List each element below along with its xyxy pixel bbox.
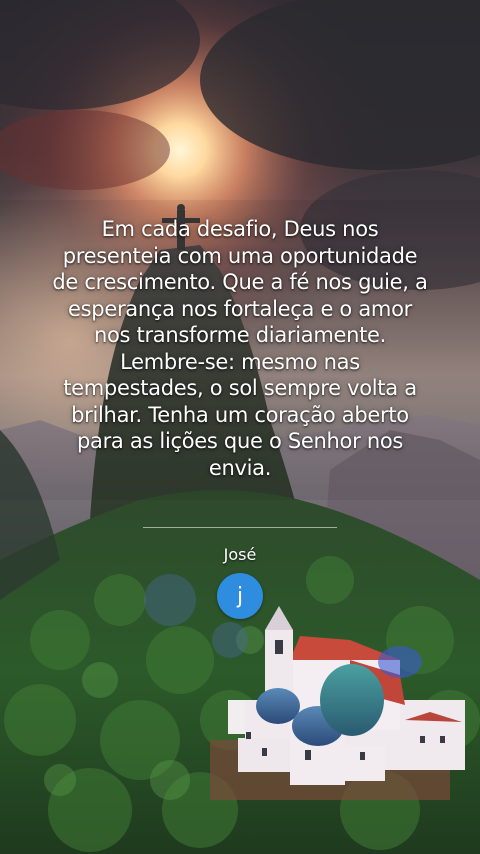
avatar[interactable]: j xyxy=(217,573,263,619)
divider xyxy=(143,527,337,528)
quote-text: Em cada desafio, Deus nos presenteia com… xyxy=(52,217,428,480)
avatar-initial: j xyxy=(236,583,244,609)
author-name: José xyxy=(223,545,257,564)
